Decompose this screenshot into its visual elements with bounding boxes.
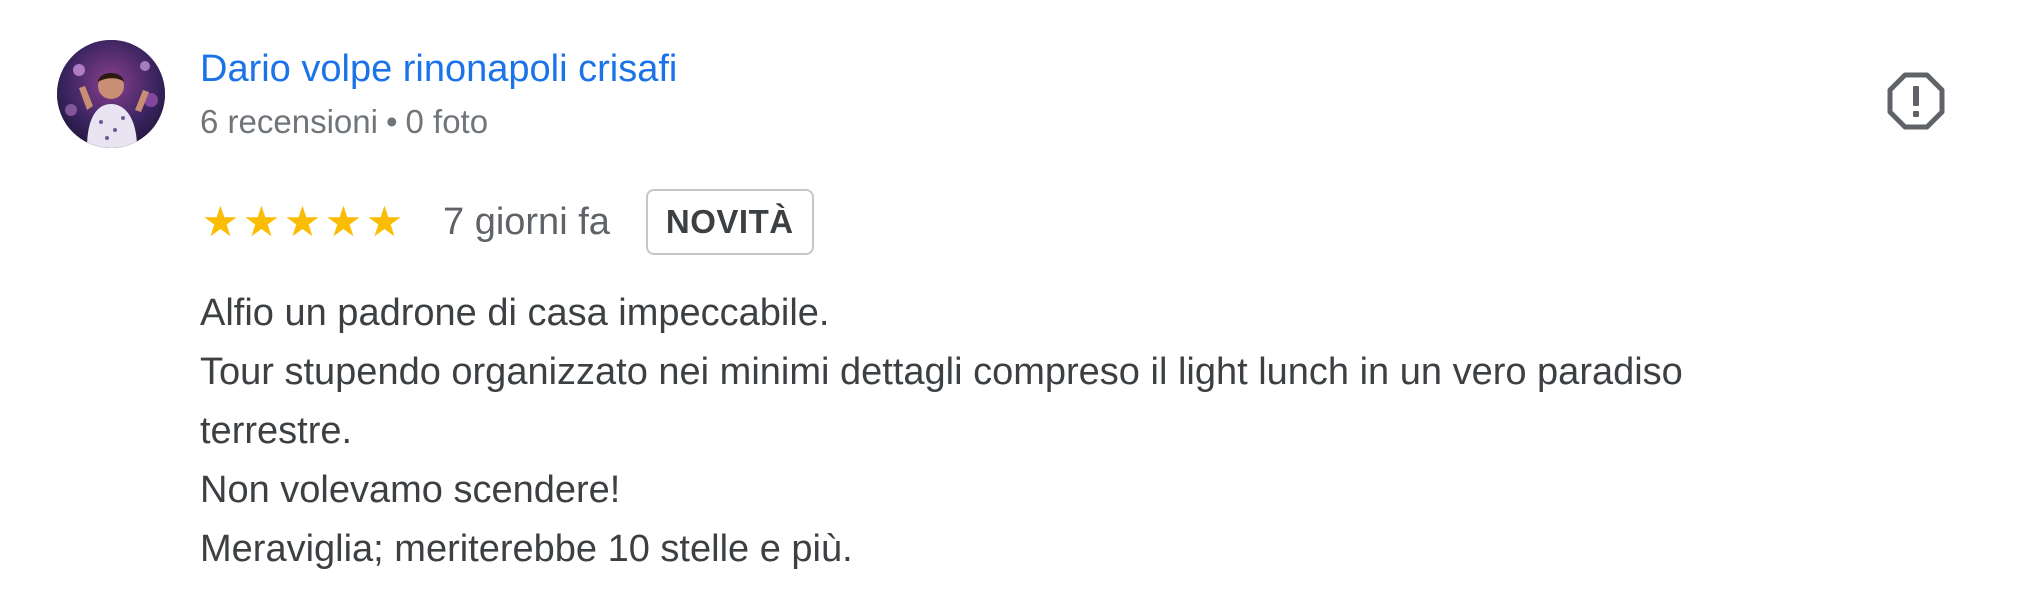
author-name-link[interactable]: Dario volpe rinonapoli crisafi: [200, 46, 677, 92]
star-icon: ★: [242, 198, 281, 245]
rating-row: ★ ★ ★ ★ ★ 7 giorni fa NOVITÀ: [200, 186, 814, 258]
author-meta: 6 recensioni • 0 foto: [200, 102, 488, 142]
review-text-line: Alfio un padrone di casa impeccabile.: [200, 292, 830, 334]
review-text-line: Tour stupendo organizzato nei minimi det…: [200, 351, 1683, 393]
review-text-line: Meraviglia; meriterebbe 10 stelle e più.: [200, 528, 853, 570]
review-text: Alfio un padrone di casa impeccabile. To…: [200, 284, 1960, 579]
report-octagon-icon: [1887, 72, 1945, 130]
star-rating: ★ ★ ★ ★ ★: [200, 201, 405, 243]
author-photo-count: 0 foto: [405, 103, 489, 140]
review-text-line: terrestre.: [200, 410, 353, 452]
star-icon: ★: [324, 198, 363, 245]
report-icon[interactable]: [1886, 71, 1946, 131]
avatar-photo: [57, 40, 165, 148]
author-avatar[interactable]: [57, 40, 165, 148]
star-icon: ★: [201, 198, 240, 245]
review-card: Dario volpe rinonapoli crisafi 6 recensi…: [0, 0, 2025, 600]
meta-separator: •: [385, 103, 398, 140]
author-review-count: 6 recensioni: [200, 103, 378, 140]
star-icon: ★: [365, 198, 404, 245]
new-badge: NOVITÀ: [645, 189, 814, 255]
review-text-line: Non volevamo scendere!: [200, 469, 621, 511]
review-time: 7 giorni fa: [443, 200, 610, 243]
star-icon: ★: [283, 198, 322, 245]
